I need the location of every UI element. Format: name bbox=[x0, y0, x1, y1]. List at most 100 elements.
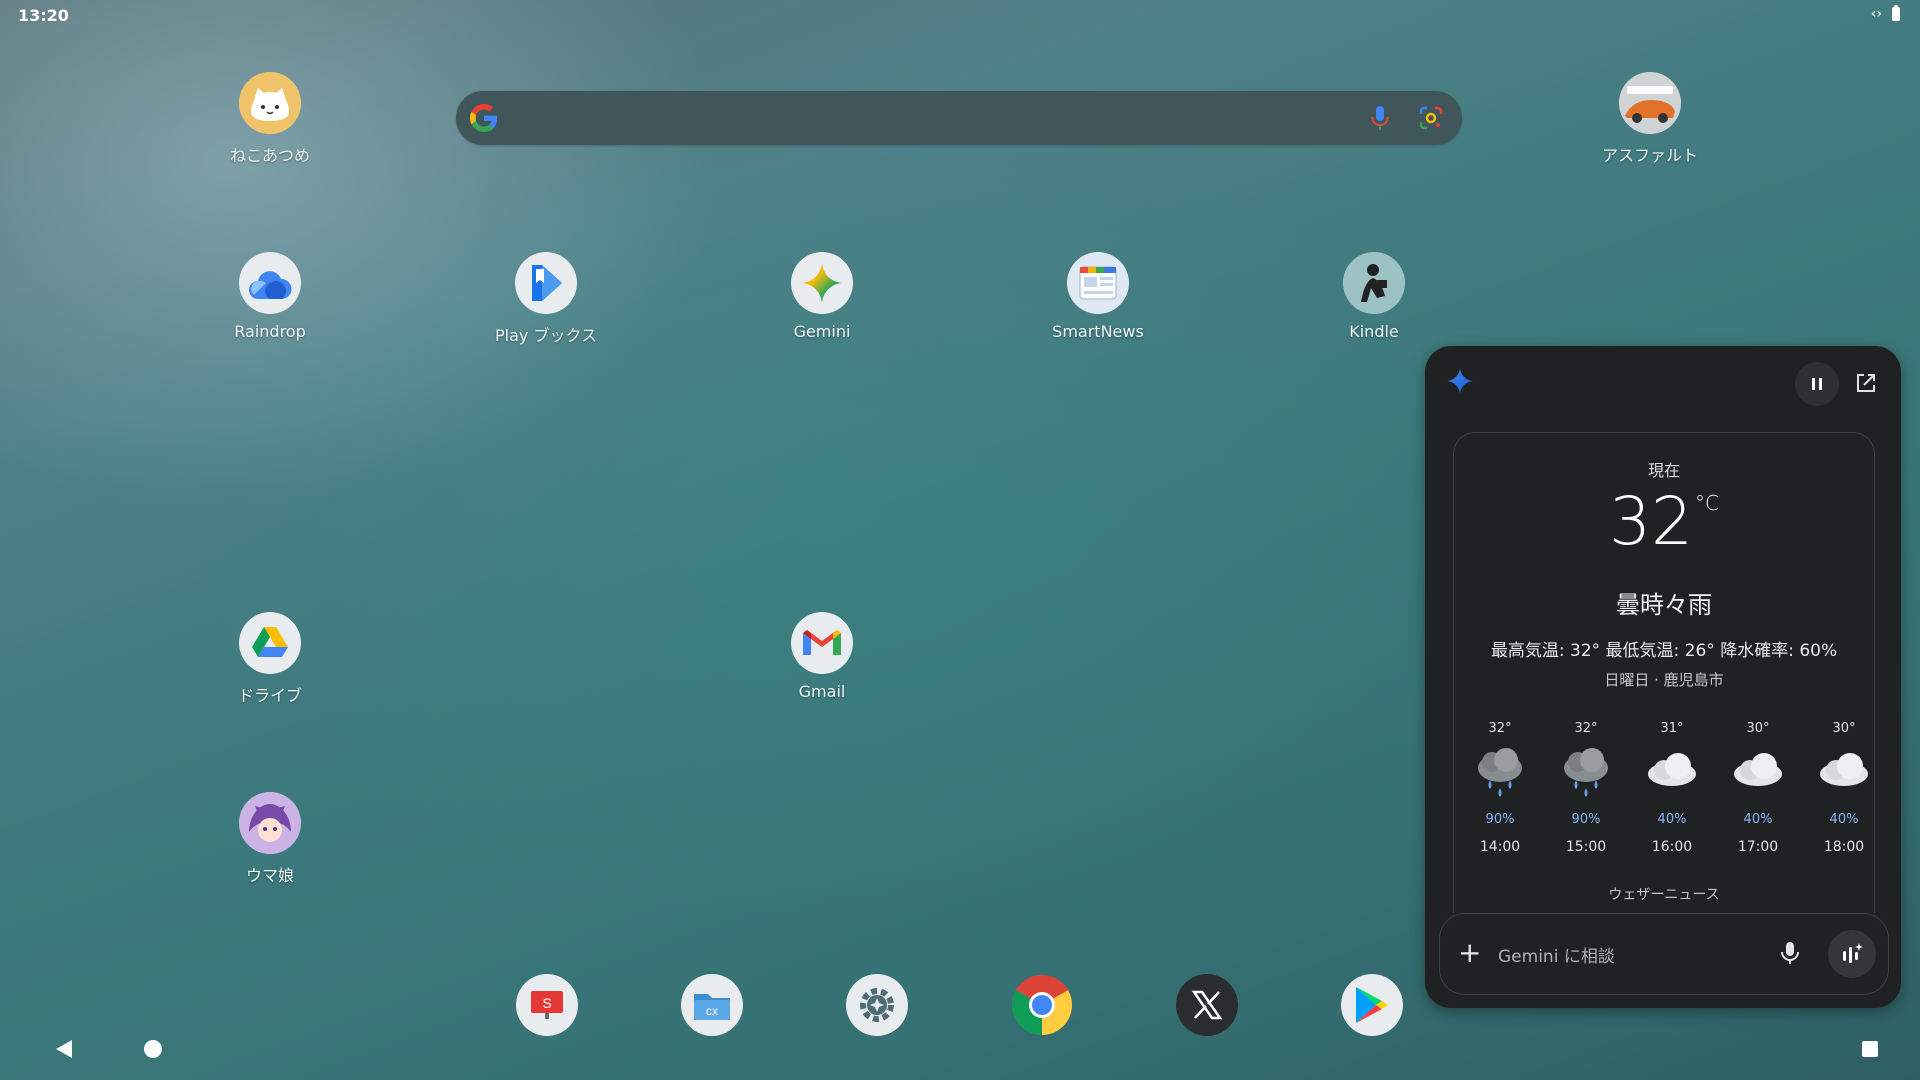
status-icons: ‹› bbox=[1870, 5, 1900, 22]
hourly-temp: 30° bbox=[1832, 721, 1856, 736]
smartnews-icon bbox=[1067, 252, 1129, 314]
hourly-temp: 32° bbox=[1488, 721, 1512, 736]
app-neko-atsume[interactable]: ねこあつめ bbox=[200, 72, 340, 166]
hourly-precip: 40% bbox=[1829, 812, 1859, 827]
weather-condition: 曇時々雨 bbox=[1616, 591, 1712, 619]
app-label: ウマ娘 bbox=[245, 866, 294, 885]
rain-cloud-icon bbox=[1564, 748, 1608, 797]
app-asphalt[interactable]: アスファルト bbox=[1580, 72, 1720, 166]
home-button[interactable] bbox=[144, 1040, 162, 1058]
gemini-icon bbox=[791, 252, 853, 314]
hourly-item: 30° 40% 18:00 bbox=[1808, 721, 1874, 855]
hourly-time: 17:00 bbox=[1737, 839, 1779, 855]
folder-icon: cx bbox=[694, 994, 730, 1020]
pause-icon bbox=[1812, 378, 1815, 390]
hourly-forecast: 32° 90% 14:00 32° 90% 15:00 31° 40% 16:0… bbox=[1464, 721, 1874, 871]
hourly-time: 16:00 bbox=[1651, 839, 1693, 855]
voice-input-mic-icon[interactable] bbox=[1780, 940, 1800, 966]
screen-share-icon: ‹› bbox=[1870, 6, 1882, 22]
add-attachment-button[interactable]: + bbox=[1458, 939, 1481, 967]
kindle-icon bbox=[1343, 252, 1405, 314]
pause-button[interactable] bbox=[1795, 362, 1839, 406]
app-label: ねこあつめ bbox=[229, 146, 310, 165]
temperature-unit: °C bbox=[1695, 491, 1719, 515]
presentation-icon: S bbox=[531, 991, 563, 1019]
app-label: ドライブ bbox=[237, 686, 302, 705]
hourly-precip: 90% bbox=[1485, 812, 1515, 827]
dock-presentation-app[interactable]: S bbox=[516, 974, 578, 1036]
hourly-item: 30° 40% 17:00 bbox=[1722, 721, 1794, 855]
chrome-icon bbox=[1011, 974, 1073, 1035]
hourly-time: 14:00 bbox=[1479, 839, 1521, 855]
hourly-precip: 40% bbox=[1743, 812, 1773, 827]
x-logo-icon bbox=[1191, 990, 1223, 1020]
live-waveform-icon bbox=[1843, 943, 1863, 963]
current-temperature: 32 °C bbox=[1454, 483, 1874, 560]
gmail-icon bbox=[791, 612, 853, 674]
app-kindle[interactable]: Kindle bbox=[1304, 252, 1444, 341]
status-time: 13:20 bbox=[18, 6, 69, 25]
gemini-prompt-bar[interactable]: + Gemini に相談 bbox=[1439, 913, 1889, 995]
voice-search-mic-icon[interactable] bbox=[1368, 104, 1392, 132]
pause-icon bbox=[1819, 378, 1822, 390]
cloud-icon bbox=[1648, 753, 1696, 786]
weather-source[interactable]: ウェザーニュース bbox=[1454, 884, 1874, 904]
recent-apps-button[interactable] bbox=[1862, 1041, 1878, 1057]
google-search-bar[interactable] bbox=[456, 91, 1462, 145]
app-label: Gemini bbox=[793, 322, 851, 341]
dock-settings[interactable] bbox=[846, 974, 908, 1036]
app-label: アスファルト bbox=[1601, 146, 1698, 165]
drive-icon bbox=[239, 612, 301, 674]
app-gemini[interactable]: Gemini bbox=[752, 252, 892, 341]
play-books-icon bbox=[515, 252, 577, 314]
app-raindrop[interactable]: Raindrop bbox=[200, 252, 340, 341]
hourly-temp: 31° bbox=[1660, 721, 1684, 736]
google-lens-icon[interactable] bbox=[1418, 105, 1444, 131]
back-button[interactable] bbox=[54, 1038, 74, 1060]
open-external-button[interactable] bbox=[1855, 372, 1877, 394]
umamusume-icon bbox=[239, 792, 301, 854]
weather-card[interactable]: 現在 32 °C 曇時々雨 最高気温: 32° 最低気温: 26° 降水確率: 6… bbox=[1453, 432, 1875, 913]
app-label: SmartNews bbox=[1052, 322, 1144, 341]
dock-chrome[interactable] bbox=[1011, 974, 1073, 1036]
dock-play-store[interactable] bbox=[1341, 974, 1403, 1036]
hourly-item: 32° 90% 14:00 bbox=[1464, 721, 1536, 855]
app-drive[interactable]: ドライブ bbox=[200, 612, 340, 706]
hourly-item: 32° 90% 15:00 bbox=[1550, 721, 1622, 855]
weather-details: 最高気温: 32° 最低気温: 26° 降水確率: 60% bbox=[1490, 641, 1838, 661]
dock-x[interactable] bbox=[1176, 974, 1238, 1036]
gemini-prompt-input[interactable]: Gemini に相談 bbox=[1498, 942, 1615, 967]
app-gmail[interactable]: Gmail bbox=[752, 612, 892, 701]
raindrop-icon bbox=[239, 252, 301, 314]
hourly-item: 31° 40% 16:00 bbox=[1636, 721, 1708, 855]
neko-atsume-icon bbox=[239, 72, 301, 134]
weather-now-label: 現在 bbox=[1647, 461, 1680, 480]
presentation-badge: S bbox=[542, 995, 551, 1011]
temperature-value: 32 bbox=[1609, 483, 1693, 560]
app-label: Raindrop bbox=[234, 322, 306, 341]
app-label: Play ブックス bbox=[495, 326, 597, 345]
play-store-icon bbox=[1356, 987, 1388, 1023]
app-play-books[interactable]: Play ブックス bbox=[476, 252, 616, 346]
rain-cloud-icon bbox=[1478, 748, 1522, 797]
hourly-temp: 30° bbox=[1746, 721, 1770, 736]
gemini-spark-icon bbox=[1447, 368, 1473, 394]
hourly-time: 15:00 bbox=[1565, 839, 1607, 855]
file-manager-badge: cx bbox=[706, 1004, 718, 1018]
hourly-precip: 40% bbox=[1657, 812, 1687, 827]
app-label: Kindle bbox=[1349, 322, 1399, 341]
asphalt-icon bbox=[1619, 72, 1681, 134]
gemini-live-button[interactable] bbox=[1828, 930, 1876, 978]
battery-icon bbox=[1892, 5, 1900, 21]
hourly-time: 18:00 bbox=[1823, 839, 1865, 855]
gemini-overlay-panel: 現在 32 °C 曇時々雨 最高気温: 32° 最低気温: 26° 降水確率: 6… bbox=[1425, 346, 1901, 1008]
app-umamusume[interactable]: ウマ娘 bbox=[200, 792, 340, 886]
dock-cx-file-explorer[interactable]: cx bbox=[681, 974, 743, 1036]
hourly-precip: 90% bbox=[1571, 812, 1601, 827]
app-label: Gmail bbox=[798, 682, 846, 701]
google-g-icon bbox=[470, 104, 498, 132]
weather-location: 日曜日 · 鹿児島市 bbox=[1604, 671, 1724, 689]
app-smartnews[interactable]: SmartNews bbox=[1028, 252, 1168, 341]
cloud-icon bbox=[1734, 753, 1782, 786]
cloud-icon bbox=[1820, 753, 1868, 786]
